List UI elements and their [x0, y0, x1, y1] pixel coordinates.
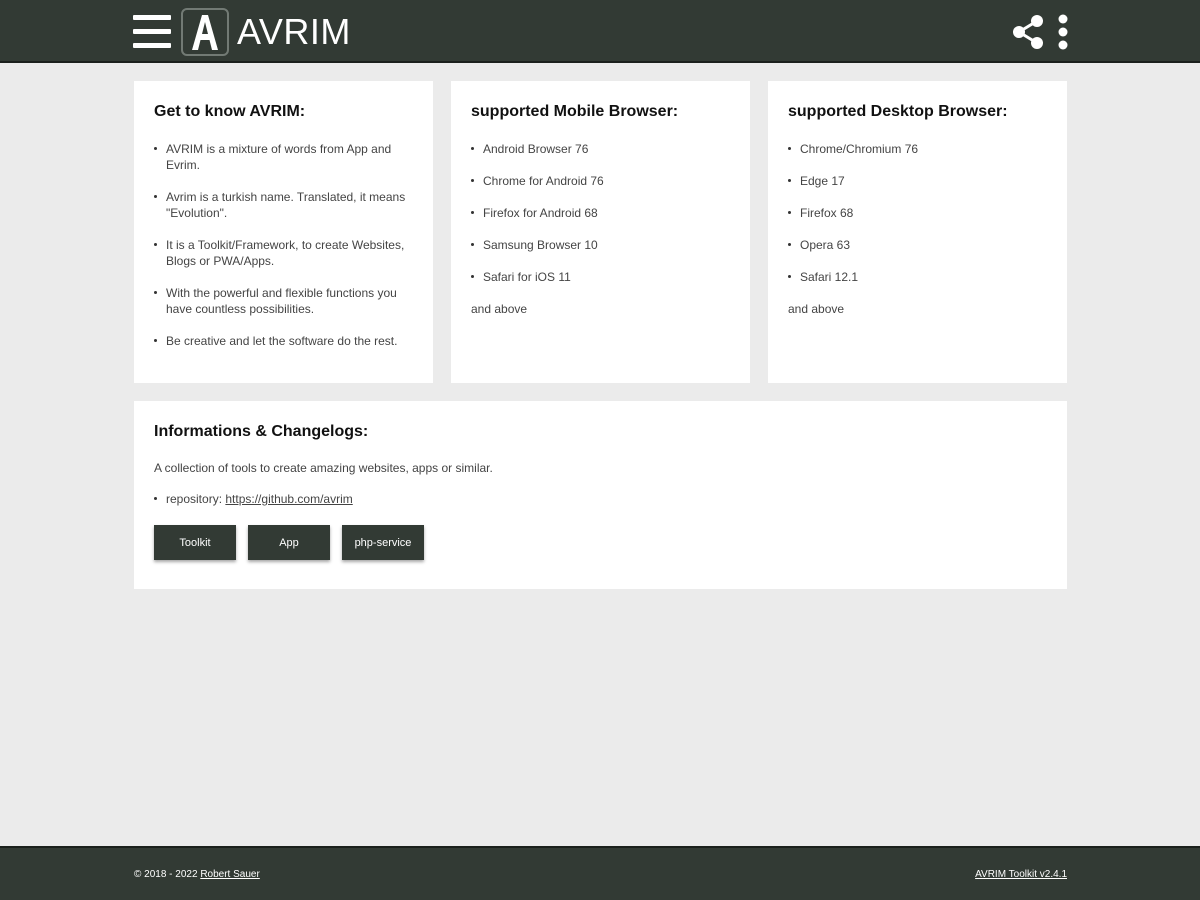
desktop-browsers-title: supported Desktop Browser: [788, 103, 1008, 120]
list-item: Safari 12.1 [788, 269, 1047, 285]
footer: © 2018 - 2022 Robert Sauer AVRIM Toolkit… [0, 846, 1200, 900]
app-title: AVRIM [237, 11, 351, 52]
about-card: Get to know AVRIM: AVRIM is a mixture of… [134, 81, 433, 383]
about-card-title: Get to know AVRIM: [154, 103, 306, 120]
repository-label: repository: [166, 492, 223, 506]
desktop-browsers-note: and above [788, 302, 845, 316]
mobile-browsers-card: supported Mobile Browser: Android Browse… [451, 81, 750, 383]
desktop-browsers-list: Chrome/Chromium 76 Edge 17 Firefox 68 Op… [788, 141, 1047, 285]
hamburger-menu-icon[interactable] [133, 15, 171, 49]
list-item: Firefox for Android 68 [471, 205, 730, 221]
list-item: Chrome for Android 76 [471, 173, 730, 189]
list-item: Opera 63 [788, 237, 1047, 253]
list-item: Avrim is a turkish name. Translated, it … [154, 189, 413, 221]
version-link[interactable]: AVRIM Toolkit v2.4.1 [975, 869, 1067, 880]
info-description: A collection of tools to create amazing … [154, 461, 493, 475]
share-icon[interactable] [1010, 14, 1046, 50]
list-item: Samsung Browser 10 [471, 237, 730, 253]
info-buttons: Toolkit App php-service [154, 525, 1047, 560]
app-logo [181, 8, 229, 56]
author-link[interactable]: Robert Sauer [200, 869, 259, 880]
info-card: Informations & Changelogs: A collection … [134, 401, 1067, 589]
list-item: Safari for iOS 11 [471, 269, 730, 285]
list-item: Android Browser 76 [471, 141, 730, 157]
list-item: With the powerful and flexible functions… [154, 285, 413, 317]
mobile-browsers-title: supported Mobile Browser: [471, 103, 679, 120]
toolkit-button[interactable]: Toolkit [154, 525, 236, 560]
about-list: AVRIM is a mixture of words from App and… [154, 141, 413, 349]
desktop-browsers-card: supported Desktop Browser: Chrome/Chromi… [768, 81, 1067, 383]
mobile-browsers-note: and above [471, 302, 528, 316]
list-item: Be creative and let the software do the … [154, 333, 413, 349]
repository-link[interactable]: https://github.com/avrim [225, 492, 352, 506]
info-card-title: Informations & Changelogs: [154, 423, 369, 440]
list-item: AVRIM is a mixture of words from App and… [154, 141, 413, 173]
list-item: Firefox 68 [788, 205, 1047, 221]
list-item: Chrome/Chromium 76 [788, 141, 1047, 157]
mobile-browsers-list: Android Browser 76 Chrome for Android 76… [471, 141, 730, 285]
copyright: © 2018 - 2022 Robert Sauer [134, 869, 260, 880]
top-app-bar: AVRIM [0, 0, 1200, 63]
repository-item: repository: https://github.com/avrim [154, 491, 1047, 507]
copyright-text: © 2018 - 2022 [134, 869, 198, 880]
list-item: It is a Toolkit/Framework, to create Web… [154, 237, 413, 269]
more-vertical-icon[interactable] [1052, 14, 1074, 50]
php-service-button[interactable]: php-service [342, 525, 424, 560]
app-button[interactable]: App [248, 525, 330, 560]
logo-a-icon [192, 15, 218, 50]
list-item: Edge 17 [788, 173, 1047, 189]
